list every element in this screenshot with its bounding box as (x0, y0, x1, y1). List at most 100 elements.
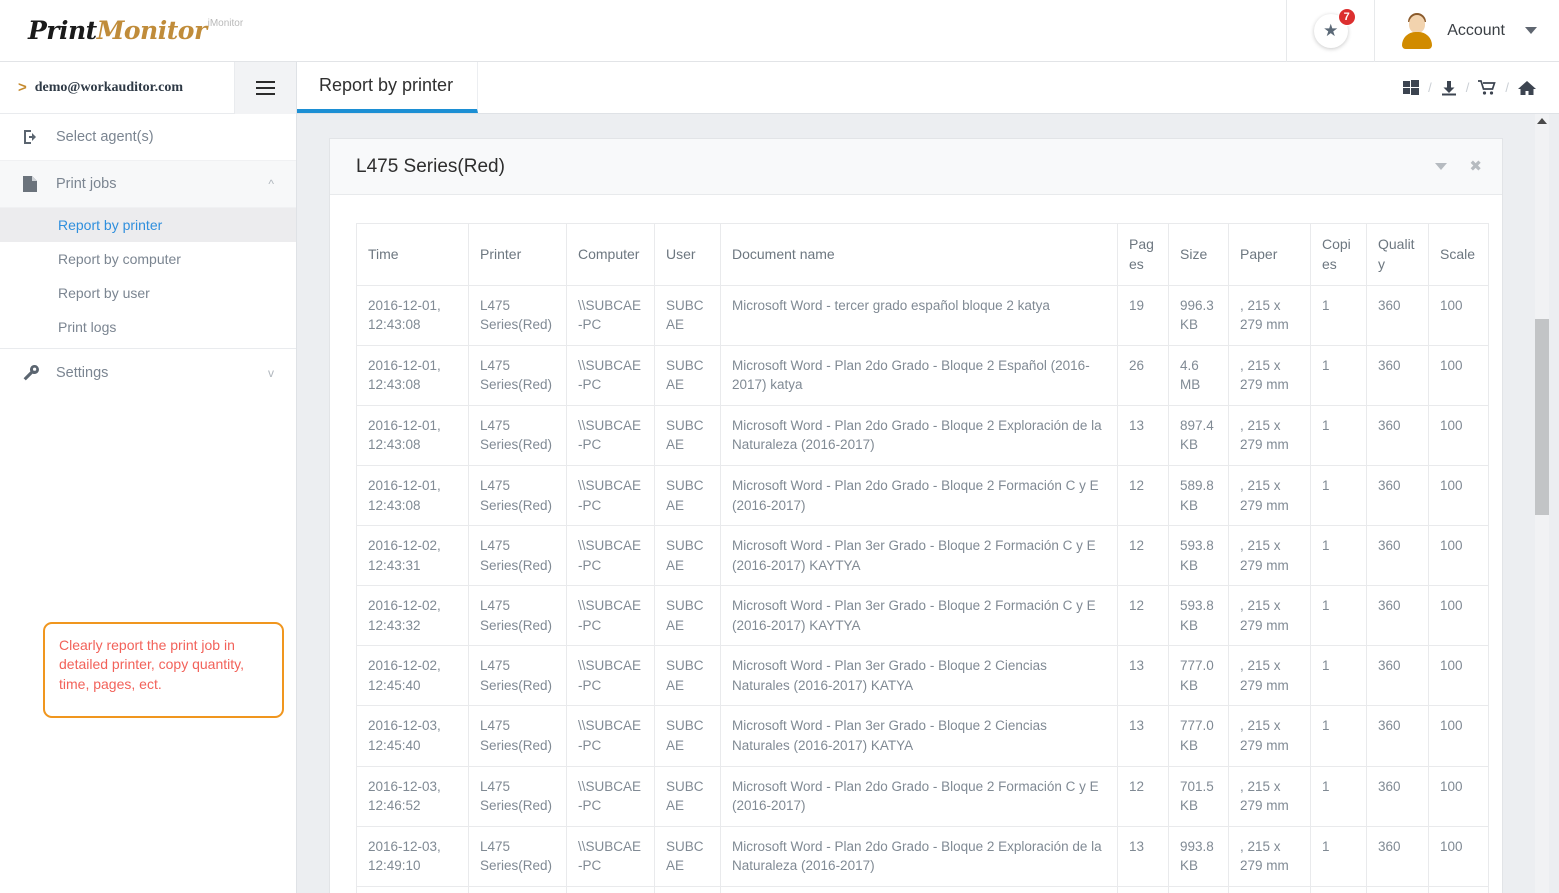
cell-computer: \\SUBCAE-PC (567, 706, 655, 766)
notification-badge: 7 (1338, 8, 1356, 26)
close-icon[interactable]: ✖ (1469, 159, 1482, 174)
panel-body: Time Printer Computer User Document name… (330, 195, 1502, 893)
cell-time: 2016-12-02, 12:43:32 (357, 586, 469, 646)
cell-computer: \\SUBCAE-PC (567, 285, 655, 345)
column-header-size[interactable]: Size (1169, 224, 1229, 286)
cell-paper: , 215 x 279 mm (1229, 706, 1311, 766)
star-icon: ★ (1323, 22, 1338, 39)
cell-scale: 100 (1429, 526, 1489, 586)
cell-document-name: Microsoft Word - Plan 2do Grado - Bloque… (721, 826, 1118, 886)
cell-computer: \\SUBCAE-PC (567, 345, 655, 405)
column-header-printer[interactable]: Printer (469, 224, 567, 286)
sidebar-item-report-by-computer[interactable]: Report by computer (0, 242, 296, 276)
column-header-pages[interactable]: Pages (1118, 224, 1169, 286)
cell-copies: 1 (1311, 766, 1367, 826)
sidebar-item-label: Print jobs (56, 176, 116, 192)
cell-document-name: Microsoft Word - tercer grado español bl… (721, 285, 1118, 345)
vertical-scrollbar[interactable] (1535, 114, 1549, 893)
cell-size: 589.8 KB (1169, 465, 1229, 525)
sidebar-account-row[interactable]: > demo@workauditor.com (0, 62, 296, 114)
cell-paper: , 215 x 279 mm (1229, 405, 1311, 465)
chevron-down-icon[interactable]: v (268, 366, 274, 380)
cell-paper: , 215 x 279 mm (1229, 886, 1311, 893)
column-header-computer[interactable]: Computer (567, 224, 655, 286)
table-row[interactable]: 2016-12-02, 12:43:31L475 Series(Red)\\SU… (357, 526, 1489, 586)
column-header-paper[interactable]: Paper (1229, 224, 1311, 286)
cell-scale: 100 (1429, 706, 1489, 766)
chevron-down-icon[interactable] (1525, 27, 1537, 34)
cell-printer: L475 Series(Red) (469, 826, 567, 886)
account-menu[interactable]: Account (1374, 0, 1559, 62)
sidebar-subitem-label: Print logs (58, 319, 116, 335)
table-row[interactable]: 2016-12-03, 12:45:40L475 Series(Red)\\SU… (357, 706, 1489, 766)
app-logo: PrintMonitoriMonitor (28, 16, 243, 45)
document-icon (22, 175, 48, 193)
sidebar-item-select-agents[interactable]: Select agent(s) (0, 114, 296, 161)
cell-time: 2016-12-01, 12:43:08 (357, 345, 469, 405)
column-header-user[interactable]: User (655, 224, 721, 286)
cell-copies: 1 (1311, 826, 1367, 886)
cell-computer: \\SUBCAE-PC (567, 826, 655, 886)
cell-size: 593.8 KB (1169, 526, 1229, 586)
hamburger-bar (256, 81, 275, 83)
windows-grid-icon[interactable] (1394, 80, 1428, 96)
table-row[interactable]: 2016-12-01, 12:43:08L475 Series(Red)\\SU… (357, 405, 1489, 465)
cell-printer: L475 Series(Red) (469, 586, 567, 646)
table-row[interactable]: 2016-12-02, 12:43:32L475 Series(Red)\\SU… (357, 586, 1489, 646)
table-row[interactable]: 2016-12-01, 12:43:08L475 Series(Red)\\SU… (357, 285, 1489, 345)
sidebar-item-settings[interactable]: Settings v (0, 349, 296, 396)
avatar (1399, 13, 1435, 49)
cart-icon[interactable] (1469, 80, 1505, 96)
chevron-up-icon[interactable]: ^ (268, 177, 274, 191)
table-row[interactable]: 2016-12-02, 12:45:40L475 Series(Red)\\SU… (357, 646, 1489, 706)
column-header-copies[interactable]: Copies (1311, 224, 1367, 286)
download-icon[interactable] (1432, 80, 1466, 96)
cell-paper: , 215 x 279 mm (1229, 766, 1311, 826)
logo-text-monitor: Monitor (97, 16, 207, 45)
sidebar-item-label: Select agent(s) (56, 129, 154, 145)
sidebar-account-email: demo@workauditor.com (35, 80, 183, 96)
content-area: L475 Series(Red) ✖ Time Printer Computer… (297, 114, 1559, 893)
cell-quality: 360 (1367, 826, 1429, 886)
cell-size: 3.7 MB (1169, 886, 1229, 893)
table-row[interactable]: 2016-12-03, 12:49:10L475 Series(Red)\\SU… (357, 826, 1489, 886)
sidebar-item-report-by-printer[interactable]: Report by printer (0, 208, 296, 242)
tab-bar: Report by printer / / / (297, 62, 1559, 114)
column-header-scale[interactable]: Scale (1429, 224, 1489, 286)
scrollbar-thumb[interactable] (1535, 319, 1549, 515)
table-row[interactable]: 2016-12-03, 12:46:52L475 Series(Red)\\SU… (357, 766, 1489, 826)
cell-document-name: Microsoft Word - Plan 3er Grado - Bloque… (721, 526, 1118, 586)
cell-quality: 360 (1367, 526, 1429, 586)
cell-copies: 1 (1311, 586, 1367, 646)
cell-computer: \\SUBCAE-PC (567, 586, 655, 646)
table-row[interactable]: 2016-12-03, 12:53:20L475 Series(Red)\\SU… (357, 886, 1489, 893)
tab-report-by-printer[interactable]: Report by printer (297, 62, 478, 113)
caret-down-icon[interactable] (1435, 163, 1447, 170)
cell-pages: 13 (1118, 826, 1169, 886)
cell-document-name: Microsoft Word - Plan 2do Grado - Bloque… (721, 345, 1118, 405)
cell-size: 593.8 KB (1169, 586, 1229, 646)
table-row[interactable]: 2016-12-01, 12:43:08L475 Series(Red)\\SU… (357, 345, 1489, 405)
cell-computer: \\SUBCAE-PC (567, 646, 655, 706)
sidebar-item-print-logs[interactable]: Print logs (0, 310, 296, 344)
sidebar-subnav: Report by printer Report by computer Rep… (0, 208, 296, 349)
table-header: Time Printer Computer User Document name… (357, 224, 1489, 286)
cell-size: 993.8 KB (1169, 826, 1229, 886)
cell-pages: 26 (1118, 345, 1169, 405)
star-circle[interactable]: ★ 7 (1314, 14, 1348, 48)
home-icon[interactable] (1509, 80, 1545, 96)
favorites-button[interactable]: ★ 7 (1286, 0, 1374, 62)
column-header-quality[interactable]: Quality (1367, 224, 1429, 286)
hamburger-icon[interactable] (234, 62, 296, 114)
scroll-up-arrow-icon[interactable] (1537, 118, 1547, 124)
avatar-body (1402, 32, 1432, 49)
cell-copies: 1 (1311, 405, 1367, 465)
cell-printer: L475 Series(Red) (469, 345, 567, 405)
column-header-document-name[interactable]: Document name (721, 224, 1118, 286)
column-header-time[interactable]: Time (357, 224, 469, 286)
table-row[interactable]: 2016-12-01, 12:43:08L475 Series(Red)\\SU… (357, 465, 1489, 525)
sidebar-item-report-by-user[interactable]: Report by user (0, 276, 296, 310)
sidebar-item-print-jobs[interactable]: Print jobs ^ (0, 161, 296, 208)
cell-copies: 1 (1311, 646, 1367, 706)
cell-quality: 360 (1367, 405, 1429, 465)
